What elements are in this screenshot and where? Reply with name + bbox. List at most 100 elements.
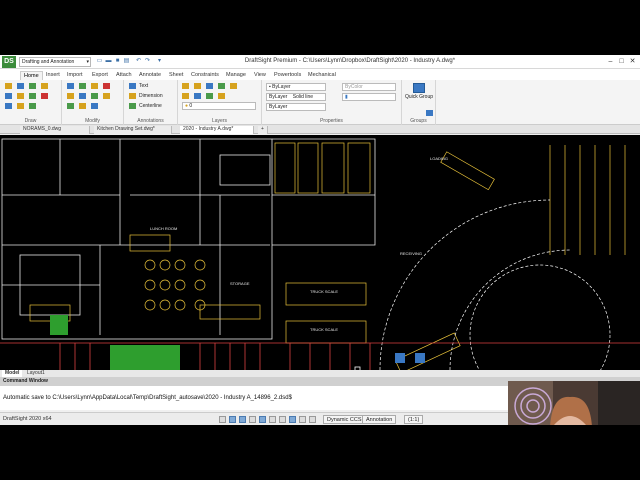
layer-lock-icon[interactable] [194,93,201,99]
3d-esnap-toggle-icon[interactable] [309,416,316,423]
tab-model[interactable]: Model [2,370,23,377]
tab-constraints[interactable]: Constraints [188,71,222,80]
arc-icon[interactable] [41,83,48,89]
layer-match-icon[interactable] [206,83,213,89]
tab-import[interactable]: Import [64,71,86,80]
polar-toggle-icon[interactable] [249,416,256,423]
hatch-icon[interactable] [17,93,24,99]
plotstyle-select[interactable]: ByColor [342,83,396,91]
layer-on-icon[interactable] [218,83,225,89]
scale-icon[interactable] [79,93,86,99]
maximize-icon[interactable]: □ [617,57,626,66]
print-icon[interactable]: ▤ [123,58,130,65]
ortho-toggle-icon[interactable] [239,416,246,423]
linestyle-name: Solid line [292,94,314,100]
undo-icon[interactable]: ↶ [135,58,142,65]
floor-plan-drawing: LUNCH ROOM TRUCK SCALE TRUCK SCALE LOADI… [0,138,640,370]
quick-group-icon[interactable] [413,83,425,93]
region-icon[interactable] [29,103,36,109]
grid-toggle-icon[interactable] [229,416,236,423]
drawing-canvas[interactable]: LUNCH ROOM TRUCK SCALE TRUCK SCALE LOADI… [0,135,640,370]
group-edit-icon[interactable] [426,110,433,116]
app-logo[interactable]: DS [2,56,16,68]
offset-icon[interactable] [67,103,74,109]
quick-input-toggle-icon[interactable] [289,416,296,423]
webcam-video [508,381,640,425]
annotations-panel: Text Dimension Centerline Annotations [124,80,178,125]
esnap-toggle-icon[interactable] [259,416,266,423]
workspace-select[interactable]: Drafting and Annotation ▾ [19,57,91,67]
extend-icon[interactable] [103,93,110,99]
trim-icon[interactable] [91,93,98,99]
etrack-toggle-icon[interactable] [269,416,276,423]
copy-icon[interactable] [79,83,86,89]
dimension-button[interactable]: Dimension [139,93,163,99]
doc-tab-kitchen[interactable]: Kitchen Drawing Set.dwg* [94,126,172,134]
delete-icon[interactable] [103,83,110,89]
lightbulb-icon: ● [185,103,189,109]
line-icon[interactable] [5,83,12,89]
tab-export[interactable]: Export [89,71,111,80]
doc-tab-norams[interactable]: NORAMS_0.dwg [20,126,90,134]
title-bar: DS Drafting and Annotation ▾ ▭ ▬ ■ ▤ ↶ ↷… [0,55,640,69]
redo-icon[interactable]: ↷ [144,58,151,65]
fillet-icon[interactable] [79,103,86,109]
minimize-icon[interactable]: – [606,57,615,66]
tab-attach[interactable]: Attach [113,71,135,80]
current-layer-select[interactable]: ● 0 [182,102,256,110]
layer-manager-icon[interactable] [182,83,189,89]
tab-annotate[interactable]: Annotate [136,71,164,80]
tab-manage[interactable]: Manage [223,71,249,80]
groups-panel-title: Groups [410,118,427,124]
text-button[interactable]: Text [139,83,148,89]
linestyle-select[interactable]: ByLayer Solid line [266,93,326,101]
dimension-icon [129,93,136,99]
move-icon[interactable] [67,83,74,89]
layer-state-icon[interactable] [194,83,201,89]
polygon-icon[interactable] [17,103,24,109]
layer-isolate-icon[interactable] [182,93,189,99]
point-icon[interactable] [41,93,48,99]
spline-icon[interactable] [29,93,36,99]
draw-panel: Draw [0,80,62,125]
tab-sheet[interactable]: Sheet [166,71,186,80]
rotate-icon[interactable] [91,83,98,89]
transparency-slider[interactable]: ▮ [342,93,396,101]
snap-toggle-icon[interactable] [219,416,226,423]
close-icon[interactable]: ✕ [628,57,637,66]
quick-group-button[interactable]: Quick Group [404,94,434,100]
scale-ratio-button[interactable]: (1:1) [404,415,424,424]
tab-view[interactable]: View [251,71,269,80]
workspace-label: Drafting and Annotation [22,59,75,65]
dynamic-ccs-button[interactable]: Dynamic CCS [323,415,366,424]
slider-thumb-icon: ▮ [345,94,348,100]
lineweight-select[interactable]: ByLayer [266,103,326,111]
annotation-scale-button[interactable]: Annotation [362,415,397,424]
tab-powertools[interactable]: Powertools [271,71,304,80]
mirror-icon[interactable] [67,93,74,99]
open-folder-icon[interactable]: ▬ [105,58,112,65]
color-select[interactable]: ▪ ByLayer [266,83,326,91]
layer-freeze-icon[interactable] [230,83,237,89]
new-file-icon[interactable]: ▭ [96,58,103,65]
tab-insert[interactable]: Insert [43,71,63,80]
label-receiving: RECEIVING [400,251,422,256]
rectangle-icon[interactable] [5,93,12,99]
layer-previous-icon[interactable] [206,93,213,99]
layer-walk-icon[interactable] [218,93,225,99]
tab-home[interactable]: Home [20,71,43,80]
selection-cycle-toggle-icon[interactable] [299,416,306,423]
tab-mechanical[interactable]: Mechanical [305,71,339,80]
label-storage: STORAGE [230,281,250,286]
ellipse-icon[interactable] [5,103,12,109]
doc-tab-industry-a[interactable]: 2020 - Industry A.dwg* [180,126,254,134]
explode-icon[interactable] [91,103,98,109]
centerline-button[interactable]: Centerline [139,103,162,109]
polyline-icon[interactable] [17,83,24,89]
quick-access-more-icon[interactable]: ▾ [156,58,163,65]
add-doc-tab-button[interactable]: + [258,126,268,134]
tab-layout1[interactable]: Layout1 [24,370,48,377]
lineweight-toggle-icon[interactable] [279,416,286,423]
save-icon[interactable]: ■ [114,58,121,65]
circle-icon[interactable] [29,83,36,89]
